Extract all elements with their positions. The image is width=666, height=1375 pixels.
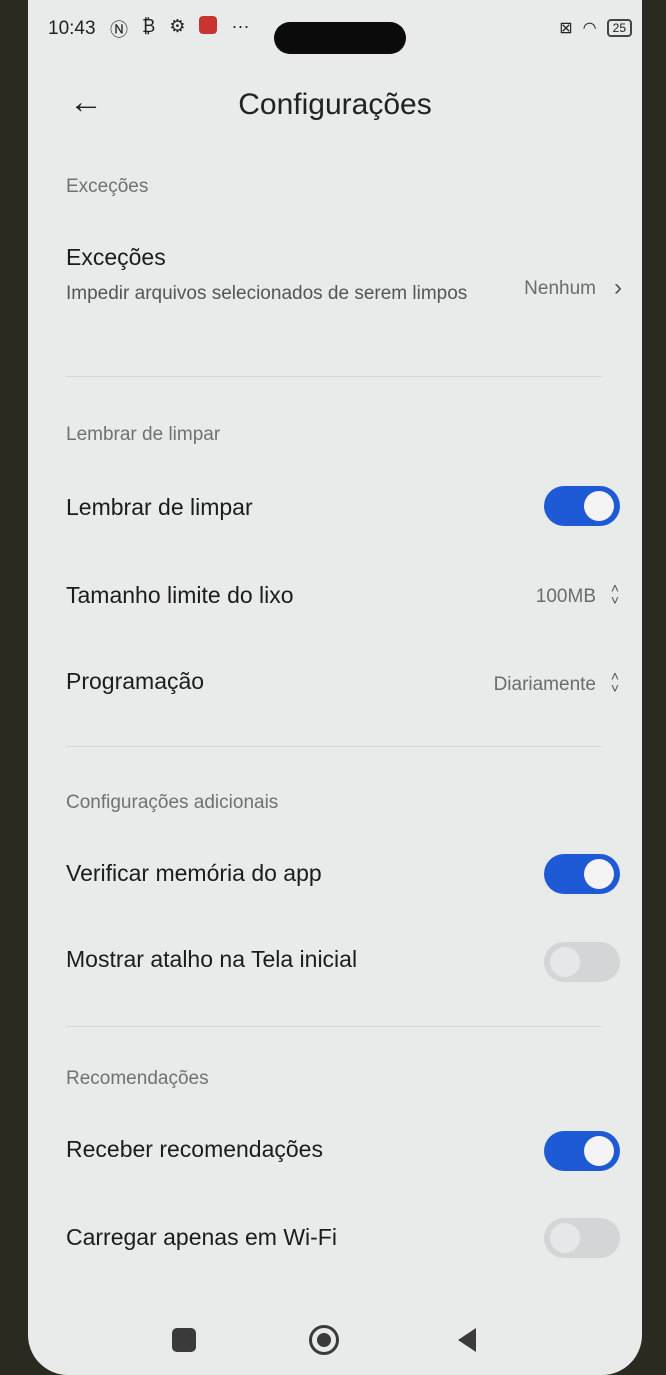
screen: 10:43 Ⓝ ₿ ⚙ ··· ⊠ ◠ 25 ← Configurações E… — [28, 0, 642, 1375]
divider — [66, 376, 602, 377]
toggle-knob — [584, 1136, 614, 1166]
home-shortcut-title: Mostrar atalho na Tela inicial — [66, 946, 358, 972]
trash-size-limit-title: Tamanho limite do lixo — [66, 582, 294, 608]
section-label-adicionais: Configurações adicionais — [66, 792, 279, 813]
wifi-icon: ◠ — [582, 20, 597, 37]
receive-recommendations-row[interactable]: Receber recomendações — [56, 1120, 630, 1182]
schedule-value: Diariamente — [493, 674, 596, 695]
nfc-icon: Ⓝ — [110, 20, 128, 40]
wifi-only-title: Carregar apenas em Wi-Fi — [66, 1224, 337, 1250]
exceptions-subtitle: Impedir arquivos selecionados de serem l… — [66, 283, 468, 304]
home-shortcut-toggle[interactable] — [544, 942, 620, 982]
app-notification-icon — [199, 16, 218, 34]
recents-button[interactable] — [172, 1328, 196, 1352]
gear-icon: ⚙ — [169, 16, 186, 36]
sync-icon: ₿ — [142, 16, 156, 36]
navigation-bar — [28, 1310, 642, 1370]
wifi-only-toggle[interactable] — [544, 1218, 620, 1258]
home-button[interactable] — [309, 1325, 339, 1355]
toggle-knob — [550, 1223, 580, 1253]
exceptions-title: Exceções — [66, 244, 166, 270]
home-shortcut-row[interactable]: Mostrar atalho na Tela inicial — [56, 934, 630, 998]
check-memory-title: Verificar memória do app — [66, 860, 322, 886]
trash-size-limit-value: 100MB — [535, 586, 596, 607]
schedule-title: Programação — [66, 668, 205, 694]
chevron-right-icon: › — [614, 274, 622, 301]
section-label-excecoes: Exceções — [66, 176, 149, 197]
section-label-lembrar: Lembrar de limpar — [66, 424, 221, 445]
schedule-row[interactable]: Programação Diariamente ˄ ˅ — [56, 654, 630, 712]
wifi-only-row[interactable]: Carregar apenas em Wi-Fi — [56, 1210, 630, 1270]
trash-size-limit-row[interactable]: Tamanho limite do lixo 100MB ˄ ˅ — [56, 566, 630, 626]
divider — [66, 746, 602, 747]
remind-clean-title: Lembrar de limpar — [66, 494, 253, 520]
more-icon: ··· — [231, 16, 250, 36]
up-down-chevron-icon: ˄ ˅ — [610, 668, 620, 696]
status-icons-left: Ⓝ ₿ ⚙ ··· — [110, 16, 249, 42]
remind-clean-row[interactable]: Lembrar de limpar — [56, 474, 630, 540]
up-down-chevron-icon: ˄ ˅ — [610, 580, 620, 608]
status-icons-right: ⊠ ◠ 25 — [559, 18, 632, 38]
section-label-recomendacoes: Recomendações — [66, 1068, 209, 1089]
toggle-knob — [584, 491, 614, 521]
battery-icon: 25 — [606, 19, 632, 37]
divider — [66, 1026, 602, 1027]
toggle-knob — [550, 947, 580, 977]
exceptions-item[interactable]: Exceções Impedir arquivos selecionados d… — [56, 234, 630, 344]
header: ← Configurações — [28, 70, 642, 140]
nav-back-button[interactable] — [458, 1328, 476, 1352]
receive-recommendations-toggle[interactable] — [544, 1131, 620, 1171]
check-memory-toggle[interactable] — [544, 854, 620, 894]
receive-recommendations-title: Receber recomendações — [66, 1136, 323, 1162]
camera-notch — [274, 22, 406, 54]
status-time: 10:43 — [48, 18, 96, 39]
no-sim-icon: ⊠ — [559, 20, 573, 37]
check-memory-row[interactable]: Verificar memória do app — [56, 844, 630, 906]
toggle-knob — [584, 859, 614, 889]
phone-frame: 10:43 Ⓝ ₿ ⚙ ··· ⊠ ◠ 25 ← Configurações E… — [0, 0, 666, 1375]
exceptions-value: Nenhum — [524, 278, 596, 299]
page-title: Configurações — [238, 88, 432, 121]
remind-clean-toggle[interactable] — [544, 486, 620, 526]
